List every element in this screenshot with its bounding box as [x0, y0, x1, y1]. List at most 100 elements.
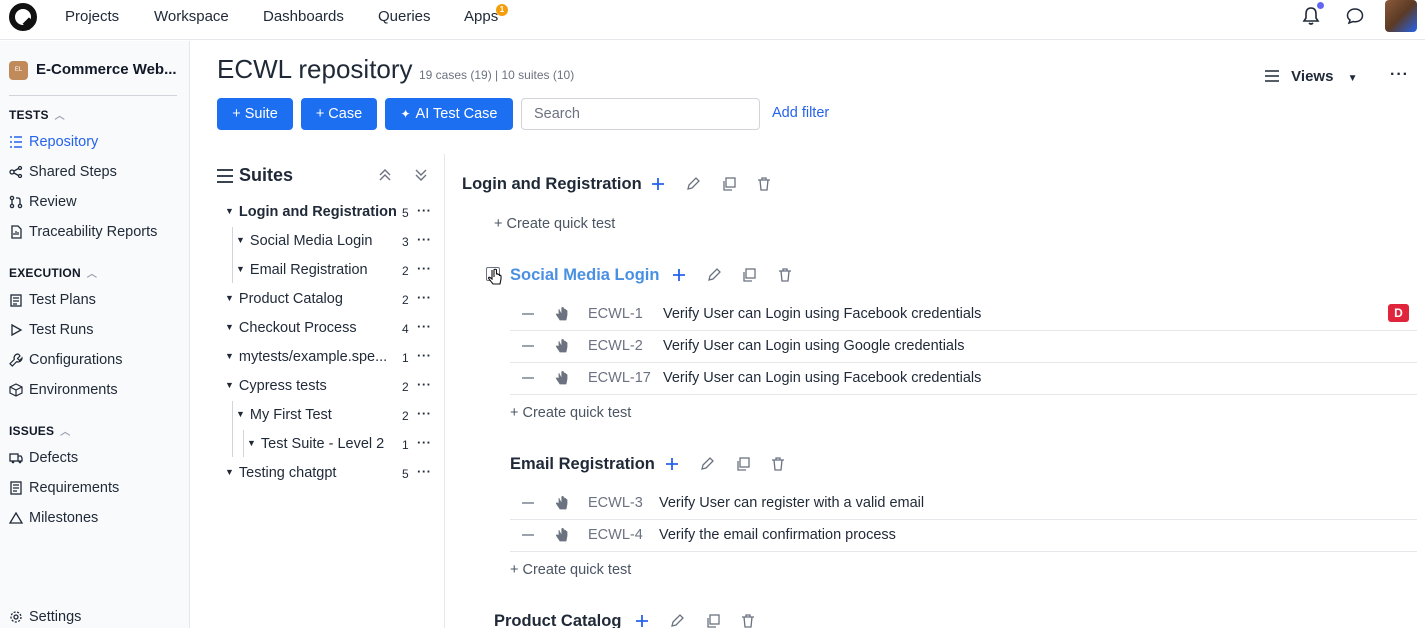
- case-row[interactable]: ECWL-2 Verify User can Login using Googl…: [510, 331, 1417, 363]
- plus-icon[interactable]: [671, 267, 687, 283]
- copy-icon[interactable]: [721, 176, 737, 192]
- case-id[interactable]: ECWL-1: [588, 306, 643, 322]
- pencil-icon[interactable]: [706, 267, 722, 283]
- tree-item-product-catalog[interactable]: ▼ Product Catalog: [225, 291, 343, 307]
- sidebar-item-environments[interactable]: Environments: [9, 382, 118, 398]
- tree-more-icon[interactable]: ···: [417, 319, 432, 334]
- tree-item-mytests-example[interactable]: ▼ mytests/example.spe...: [225, 349, 387, 365]
- plus-icon[interactable]: [664, 456, 680, 472]
- hamburger-icon[interactable]: [217, 169, 233, 183]
- nav-queries[interactable]: Queries: [378, 8, 431, 25]
- tree-item-my-first-test[interactable]: ▼ My First Test: [236, 407, 332, 423]
- case-row[interactable]: ECWL-1 Verify User can Login using Faceb…: [510, 299, 1417, 331]
- case-row[interactable]: ECWL-4 Verify the email confirmation pro…: [510, 520, 1417, 552]
- case-row[interactable]: ECWL-17 Verify User can Login using Face…: [510, 363, 1417, 395]
- add-case-button[interactable]: + Case: [301, 98, 377, 130]
- tree-count: 1: [402, 351, 409, 365]
- suite-heading-social-media-login[interactable]: Social Media Login: [510, 266, 659, 285]
- nav-projects[interactable]: Projects: [65, 8, 119, 25]
- pencil-icon[interactable]: [699, 456, 715, 472]
- trash-icon[interactable]: [740, 613, 756, 628]
- tree-item-testing-chatgpt[interactable]: ▼ Testing chatgpt: [225, 465, 336, 481]
- copy-icon[interactable]: [705, 613, 721, 628]
- case-id[interactable]: ECWL-17: [588, 370, 651, 386]
- tree-more-icon[interactable]: ···: [417, 203, 432, 218]
- chat-icon[interactable]: [1346, 7, 1364, 25]
- tree-more-icon[interactable]: ···: [417, 290, 432, 305]
- case-title[interactable]: Verify User can Login using Facebook cre…: [663, 306, 981, 322]
- sidebar-item-shared-steps[interactable]: Shared Steps: [9, 164, 117, 180]
- notification-dot: [1317, 2, 1324, 9]
- pencil-icon[interactable]: [685, 176, 701, 192]
- create-quick-test-link[interactable]: + Create quick test: [494, 216, 615, 232]
- tree-item-social-media-login[interactable]: ▼ Social Media Login: [236, 233, 372, 249]
- bell-icon[interactable]: [1302, 6, 1320, 26]
- section-issues-header[interactable]: ISSUES ︿: [9, 423, 70, 438]
- tree-more-icon[interactable]: ···: [417, 406, 432, 421]
- sidebar-item-defects[interactable]: Defects: [9, 450, 78, 466]
- sidebar-item-traceability[interactable]: Traceability Reports: [9, 224, 157, 240]
- tree-more-icon[interactable]: ···: [417, 261, 432, 276]
- pencil-icon[interactable]: [669, 613, 685, 628]
- hand-manual-icon: [555, 528, 568, 542]
- case-row[interactable]: ECWL-3 Verify User can register with a v…: [510, 488, 1417, 520]
- case-id[interactable]: ECWL-2: [588, 338, 643, 354]
- nav-dashboards[interactable]: Dashboards: [263, 8, 344, 25]
- tree-more-icon[interactable]: ···: [417, 435, 432, 450]
- copy-icon[interactable]: [741, 267, 757, 283]
- case-title[interactable]: Verify User can Login using Facebook cre…: [663, 370, 981, 386]
- sidebar-item-test-plans[interactable]: Test Plans: [9, 292, 96, 308]
- case-id[interactable]: ECWL-3: [588, 495, 643, 511]
- sidebar-item-settings[interactable]: Settings: [9, 609, 81, 625]
- views-dropdown[interactable]: Views ▼: [1265, 68, 1358, 85]
- tree-item-email-registration[interactable]: ▼ Email Registration: [236, 262, 368, 278]
- caret-down-icon: ▼: [236, 235, 245, 245]
- tree-more-icon[interactable]: ···: [417, 377, 432, 392]
- add-filter-link[interactable]: Add filter: [772, 105, 829, 121]
- trash-icon[interactable]: [770, 456, 786, 472]
- trash-icon[interactable]: [777, 267, 793, 283]
- plus-icon[interactable]: [634, 613, 650, 628]
- case-id[interactable]: ECWL-4: [588, 527, 643, 543]
- sidebar-item-test-runs[interactable]: Test Runs: [9, 322, 93, 338]
- case-title[interactable]: Verify the email confirmation process: [659, 527, 896, 543]
- add-suite-button[interactable]: + Suite: [217, 98, 293, 130]
- tree-item-cypress-tests[interactable]: ▼ Cypress tests: [225, 378, 327, 394]
- priority-dash-icon: [522, 313, 534, 315]
- case-title[interactable]: Verify User can Login using Google crede…: [663, 338, 964, 354]
- section-tests-header[interactable]: TESTS ︿: [9, 107, 65, 122]
- copy-icon[interactable]: [735, 456, 751, 472]
- project-name[interactable]: E-Commerce Web...: [36, 61, 177, 78]
- search-input[interactable]: [521, 98, 760, 130]
- more-options-icon[interactable]: ···: [1390, 66, 1409, 84]
- expand-all-icon[interactable]: [414, 167, 428, 183]
- ai-test-case-button[interactable]: ✦ AI Test Case: [385, 98, 513, 130]
- nav-workspace[interactable]: Workspace: [154, 8, 229, 25]
- tree-more-icon[interactable]: ···: [417, 232, 432, 247]
- sidebar-item-review[interactable]: Review: [9, 194, 77, 210]
- collapse-all-icon[interactable]: [378, 167, 392, 183]
- sidebar-item-requirements[interactable]: Requirements: [9, 480, 119, 496]
- case-title[interactable]: Verify User can register with a valid em…: [659, 495, 924, 511]
- defect-badge[interactable]: D: [1388, 304, 1409, 322]
- trash-icon[interactable]: [756, 176, 772, 192]
- sidebar-item-milestones[interactable]: Milestones: [9, 510, 98, 526]
- sidebar-item-repository[interactable]: Repository: [9, 134, 98, 150]
- section-execution-header[interactable]: EXECUTION ︿: [9, 265, 97, 280]
- tree-more-icon[interactable]: ···: [417, 464, 432, 479]
- create-quick-test-link[interactable]: + Create quick test: [510, 562, 631, 578]
- caret-down-icon: ▼: [247, 438, 256, 448]
- tree-item-checkout-process[interactable]: ▼ Checkout Process: [225, 320, 357, 336]
- tree-item-test-suite-level-2[interactable]: ▼ Test Suite - Level 2: [247, 436, 384, 452]
- tree-more-icon[interactable]: ···: [417, 348, 432, 363]
- qase-logo-icon[interactable]: [8, 2, 38, 32]
- repository-counts: 19 cases (19) | 10 suites (10): [419, 68, 575, 82]
- priority-dash-icon: [522, 534, 534, 536]
- user-avatar[interactable]: [1385, 0, 1417, 32]
- nav-apps[interactable]: Apps: [464, 8, 498, 25]
- create-quick-test-link[interactable]: + Create quick test: [510, 405, 631, 421]
- sidebar-item-configurations[interactable]: Configurations: [9, 352, 123, 368]
- cases-content: Login and Registration + Create quick te…: [446, 154, 1425, 628]
- tree-item-login-registration[interactable]: ▼ Login and Registration: [225, 204, 397, 220]
- plus-icon[interactable]: [650, 176, 666, 192]
